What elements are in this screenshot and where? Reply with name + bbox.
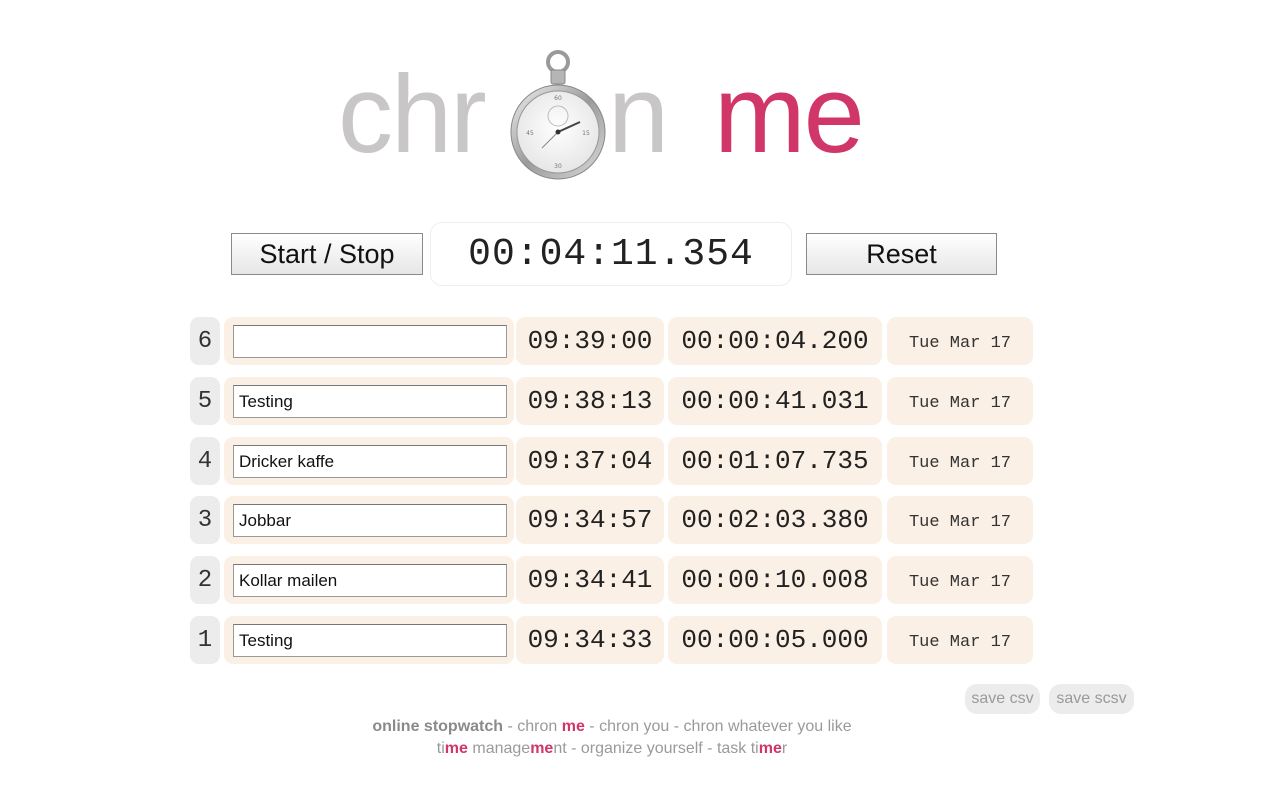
lap-row: 6 09:39:00 00:00:04.200 Tue Mar 17 — [190, 317, 1035, 365]
footer-text: manage — [467, 740, 531, 757]
reset-button[interactable]: Reset — [806, 233, 997, 275]
start-stop-button[interactable]: Start / Stop — [231, 233, 423, 275]
lap-start-time: 09:34:41 — [516, 556, 664, 604]
lap-duration: 00:00:05.000 — [668, 616, 882, 664]
lap-duration: 00:00:04.200 — [668, 317, 882, 365]
lap-number: 6 — [190, 317, 220, 365]
svg-text:60: 60 — [554, 95, 562, 102]
logo-me-text: me — [714, 53, 865, 176]
svg-text:15: 15 — [582, 130, 590, 137]
lap-date: Tue Mar 17 — [887, 377, 1033, 425]
lap-start-time: 09:37:04 — [516, 437, 664, 485]
lap-start-time: 09:34:57 — [516, 496, 664, 544]
footer-text: - chron you - chron whatever you like — [584, 718, 852, 735]
footer-text: nt - organize yourself - task ti — [553, 740, 759, 757]
lap-row: 5 09:38:13 00:00:41.031 Tue Mar 17 — [190, 377, 1035, 425]
save-csv-button[interactable]: save csv — [965, 684, 1040, 714]
lap-name-input[interactable] — [233, 445, 507, 478]
logo-n-text: n — [608, 53, 670, 176]
lap-name-cell — [224, 317, 514, 365]
lap-duration: 00:00:10.008 — [668, 556, 882, 604]
lap-start-time: 09:34:33 — [516, 616, 664, 664]
lap-duration: 00:01:07.735 — [668, 437, 882, 485]
save-scsv-button[interactable]: save scsv — [1049, 684, 1134, 714]
lap-row: 3 09:34:57 00:02:03.380 Tue Mar 17 — [190, 496, 1035, 544]
lap-number: 2 — [190, 556, 220, 604]
lap-row: 4 09:37:04 00:01:07.735 Tue Mar 17 — [190, 437, 1035, 485]
lap-row: 1 09:34:33 00:00:05.000 Tue Mar 17 — [190, 616, 1035, 664]
lap-number: 3 — [190, 496, 220, 544]
footer-text: - chron — [503, 718, 562, 735]
lap-date: Tue Mar 17 — [887, 556, 1033, 604]
footer-text: r — [781, 740, 788, 757]
lap-name-cell — [224, 616, 514, 664]
lap-name-input[interactable] — [233, 564, 507, 597]
lap-duration: 00:00:41.031 — [668, 377, 882, 425]
footer-text: ti — [436, 740, 445, 757]
lap-row: 2 09:34:41 00:00:10.008 Tue Mar 17 — [190, 556, 1035, 604]
footer-me-highlight: me — [758, 740, 782, 757]
lap-name-cell — [224, 556, 514, 604]
footer-me-highlight: me — [561, 718, 585, 735]
lap-name-input[interactable] — [233, 325, 507, 358]
footer-line-2: time management - organize yourself - ta… — [0, 740, 1224, 758]
lap-duration: 00:02:03.380 — [668, 496, 882, 544]
lap-date: Tue Mar 17 — [887, 496, 1033, 544]
lap-start-time: 09:39:00 — [516, 317, 664, 365]
lap-start-time: 09:38:13 — [516, 377, 664, 425]
lap-name-cell — [224, 496, 514, 544]
timer-display: 00:04:11.354 — [430, 222, 792, 286]
logo-chr-text: chr — [338, 53, 487, 176]
svg-text:30: 30 — [554, 163, 562, 170]
footer-line-1: online stopwatch - chron me - chron you … — [0, 718, 1224, 736]
lap-number: 1 — [190, 616, 220, 664]
lap-date: Tue Mar 17 — [887, 317, 1033, 365]
lap-name-cell — [224, 437, 514, 485]
lap-name-cell — [224, 377, 514, 425]
lap-name-input[interactable] — [233, 385, 507, 418]
stopwatch-icon: 60 15 30 45 — [510, 50, 606, 180]
lap-number: 4 — [190, 437, 220, 485]
footer-online-stopwatch: online stopwatch — [372, 718, 504, 735]
logo: chr 60 15 30 45 n me — [0, 40, 1280, 190]
lap-name-input[interactable] — [233, 624, 507, 657]
footer-me-highlight: me — [444, 740, 468, 757]
svg-text:45: 45 — [526, 130, 534, 137]
lap-date: Tue Mar 17 — [887, 616, 1033, 664]
lap-date: Tue Mar 17 — [887, 437, 1033, 485]
footer-me-highlight: me — [530, 740, 554, 757]
lap-name-input[interactable] — [233, 504, 507, 537]
lap-number: 5 — [190, 377, 220, 425]
